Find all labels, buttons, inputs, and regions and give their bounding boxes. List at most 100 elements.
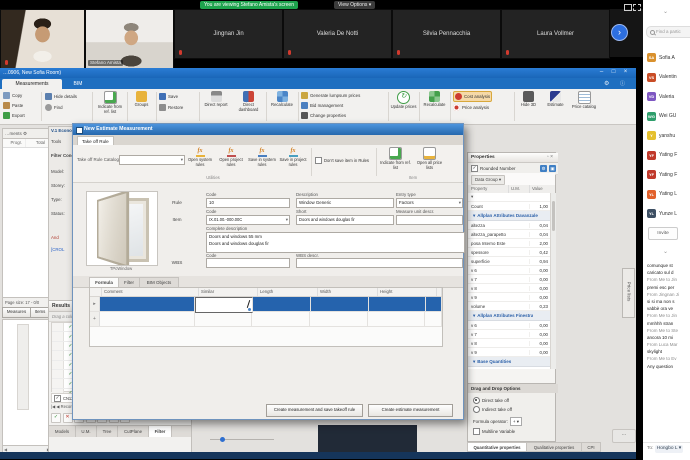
property-row[interactable]: v 60,00: [468, 266, 550, 275]
property-row[interactable]: v 90,00: [468, 348, 550, 357]
save-system-rules-button[interactable]: fx Save in system rules: [247, 147, 277, 173]
open-system-rules-button[interactable]: fx Open system rules: [185, 147, 215, 173]
recipient-pill[interactable]: Hongbo L ▾: [655, 445, 683, 453]
property-section[interactable]: ▾Base Quantities: [468, 357, 550, 367]
item-short-field[interactable]: Doors and windows douglas fir: [296, 215, 394, 225]
column-total[interactable]: Total: [26, 139, 49, 147]
webcam-video-stefano[interactable]: Stefano Amista: [85, 9, 174, 69]
copy-button[interactable]: Copy: [3, 91, 22, 100]
open-project-rules-button[interactable]: fx Open project rules: [216, 147, 246, 173]
direct-takeoff-radio[interactable]: Direct take off: [473, 397, 509, 404]
rule-code-field[interactable]: 10: [206, 198, 290, 208]
property-row[interactable]: v 80,00: [468, 284, 550, 293]
participant-tile[interactable]: Laura Vollmer: [501, 9, 610, 59]
similar-cell-editing[interactable]: [195, 297, 253, 313]
property-row[interactable]: v 60,00: [468, 321, 550, 330]
property-row[interactable]: altezza_parapetto0,04: [468, 230, 550, 239]
property-row[interactable]: Count1,00: [468, 202, 550, 211]
first-record-icon[interactable]: |◀: [51, 404, 55, 409]
property-row[interactable]: AreaMetres: [468, 367, 550, 369]
gear-icon[interactable]: ⚙: [540, 165, 547, 172]
grid-row-selected[interactable]: ▸: [90, 297, 442, 312]
chat-recipient-row[interactable]: To: Hongbo L ▾: [643, 442, 690, 455]
filter-expression[interactable]: [CROL: [51, 247, 64, 252]
save-button[interactable]: Save: [159, 92, 178, 101]
save-project-rules-button[interactable]: fx Save in project rules: [278, 147, 308, 173]
property-row[interactable]: ▾: [468, 193, 550, 202]
gallery-view-icon[interactable]: [624, 4, 632, 11]
create-and-save-button[interactable]: Create measurement and save takeoff rule: [266, 404, 363, 417]
groups-button[interactable]: Groups: [129, 91, 154, 108]
app-title-bar[interactable]: …0906, New Sofia Room) – □ ×: [0, 68, 636, 78]
hide-details-button[interactable]: Hide details: [45, 92, 77, 101]
items-button[interactable]: Items: [30, 307, 50, 318]
participant-item[interactable]: SASofia A: [643, 48, 690, 68]
participant-item[interactable]: VDValeria: [643, 87, 690, 107]
tools-tab[interactable]: Tools: [51, 139, 61, 144]
tab-bim[interactable]: BIM: [66, 79, 90, 89]
property-row[interactable]: v 90,00: [468, 293, 550, 302]
complete-description-field[interactable]: Doors and windows 55 mm Doors and window…: [206, 232, 465, 253]
recalculate2-button[interactable]: Recalculate: [421, 91, 448, 108]
checkbox[interactable]: ✓: [54, 395, 61, 402]
export-icon[interactable]: ▣: [549, 165, 556, 172]
create-measurement-button[interactable]: Create estimate measurement: [368, 404, 453, 417]
and-operator[interactable]: And: [51, 235, 59, 240]
participant-item[interactable]: YFYating F: [643, 165, 690, 185]
wbs-code-field[interactable]: [206, 258, 290, 268]
tab-models[interactable]: Models: [49, 426, 76, 437]
paste-button[interactable]: Paste: [3, 101, 23, 110]
property-row[interactable]: v 70,00: [468, 330, 550, 339]
property-section[interactable]: ▾Allplan Attributes Finestra: [468, 311, 550, 321]
property-row[interactable]: spessore0,42: [468, 248, 550, 257]
help-icon[interactable]: ⓘ: [620, 80, 625, 87]
measurement-grid[interactable]: Comment Similar Length Width Height ▸: [89, 287, 443, 347]
tab-measurements[interactable]: Measurements: [2, 79, 62, 89]
property-row[interactable]: v 80,00: [468, 339, 550, 348]
property-section[interactable]: ▾Allplan Attributes Davanzale: [468, 211, 550, 221]
multiline-variable-checkbox[interactable]: Multiline Variable: [473, 428, 515, 435]
tab-qualitative-properties[interactable]: Qualitative properties: [527, 442, 582, 452]
minimize-icon[interactable]: –: [596, 68, 607, 78]
find-button[interactable]: Find: [45, 103, 63, 112]
participant-tile[interactable]: Valeria De Notti: [283, 9, 392, 59]
property-row[interactable]: posa Interno Este2,00: [468, 239, 550, 248]
collapse-chevron-icon[interactable]: ⌄: [663, 9, 668, 15]
gear-icon[interactable]: ⚙: [23, 131, 27, 136]
tab-cpi[interactable]: CPI: [582, 442, 601, 452]
entry-type-select[interactable]: Factors: [396, 198, 463, 208]
participant-item[interactable]: YLYating L: [643, 185, 690, 205]
item-code-select[interactable]: IX.01.00.-000.00C: [206, 215, 290, 225]
direct-report-button[interactable]: Direct report: [201, 91, 231, 108]
cost-analysis-button[interactable]: Cost analysis: [453, 91, 492, 102]
measurements-list-panel[interactable]: Progr. Total: [2, 138, 50, 299]
participant-item[interactable]: Yyanshu: [643, 126, 690, 146]
participant-item[interactable]: WGWei GU: [643, 107, 690, 127]
participant-tile[interactable]: Silvia Pennacchia: [392, 9, 501, 59]
restore-button[interactable]: Restore: [159, 103, 183, 112]
chat-collapse-chevron-icon[interactable]: ⌄: [663, 249, 668, 255]
slider-handle[interactable]: [220, 437, 225, 442]
overflow-button[interactable]: ...: [612, 429, 636, 443]
catalog-select[interactable]: [119, 155, 185, 165]
tab-quantitative-properties[interactable]: Quantitative properties: [467, 442, 527, 452]
operator-select[interactable]: + ▾: [510, 417, 522, 426]
chevron-down-icon[interactable]: ▾: [471, 194, 473, 199]
wbs-descr-field[interactable]: [296, 258, 463, 268]
property-row[interactable]: volume0,23: [468, 302, 550, 311]
confirm-icon[interactable]: ✓: [51, 413, 61, 423]
maximize-icon[interactable]: □: [608, 68, 619, 78]
gear-icon[interactable]: ⚙: [604, 80, 609, 87]
direct-dashboard-button[interactable]: Direct dashboard: [233, 91, 264, 113]
dialog-indicate-ref-button[interactable]: Indicate from ref. list: [380, 147, 411, 173]
properties-grid[interactable]: ▾ Count1,00 ▾Allplan Attributes Davanzal…: [468, 193, 550, 369]
change-properties-button[interactable]: Change properties: [301, 111, 346, 120]
property-row[interactable]: v 70,00: [468, 275, 550, 284]
participant-item[interactable]: YFYating F: [643, 146, 690, 166]
cancel-icon[interactable]: ✕: [63, 413, 73, 423]
export-button[interactable]: Export: [3, 111, 25, 120]
column-progr[interactable]: Progr.: [3, 139, 26, 147]
rounded-number-checkbox[interactable]: ✓: [471, 165, 478, 172]
measure-unit-field[interactable]: [396, 215, 463, 225]
zoom-slider[interactable]: [210, 437, 274, 442]
